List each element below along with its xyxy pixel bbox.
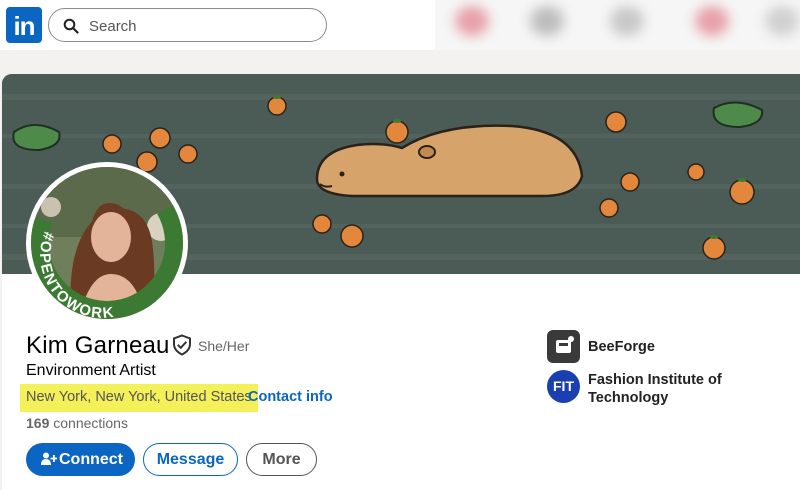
connections-label: connections (53, 415, 128, 431)
fit-logo-icon: FIT (547, 370, 580, 403)
connect-button-label: Connect (59, 451, 123, 468)
search-bar[interactable] (48, 8, 327, 42)
contact-info-link[interactable]: Contact info (248, 389, 333, 405)
profile-card: #OPENTOWORK Kim Garneau She/Her Environm… (2, 74, 800, 490)
top-nav: in (0, 0, 800, 50)
beeforge-logo-icon (547, 330, 580, 363)
separator-dot: · (241, 390, 246, 406)
linkedin-logo-icon[interactable]: in (6, 7, 42, 43)
pronouns: She/Her (198, 338, 250, 354)
org-name: Fashion Institute of Technology (588, 372, 722, 406)
connections-count[interactable]: 169 connections (26, 415, 128, 431)
message-button[interactable]: Message (143, 443, 238, 476)
connections-number: 169 (26, 415, 50, 431)
add-person-icon (41, 452, 57, 465)
search-icon (63, 18, 79, 34)
profile-location: New York, New York, United States (20, 384, 258, 412)
org-name: BeeForge (588, 339, 655, 355)
search-input[interactable] (89, 16, 309, 36)
connect-button[interactable]: Connect (26, 443, 135, 476)
open-to-work-badge: #OPENTOWORK (36, 230, 114, 319)
more-button[interactable]: More (246, 443, 317, 476)
avatar[interactable]: #OPENTOWORK (26, 162, 188, 324)
verified-shield-icon[interactable] (172, 334, 192, 356)
svg-text:#OPENTOWORK: #OPENTOWORK (36, 230, 116, 319)
nav-icons-blurred (435, 0, 800, 50)
profile-name: Kim Garneau (26, 332, 170, 359)
profile-headline: Environment Artist (26, 362, 156, 379)
